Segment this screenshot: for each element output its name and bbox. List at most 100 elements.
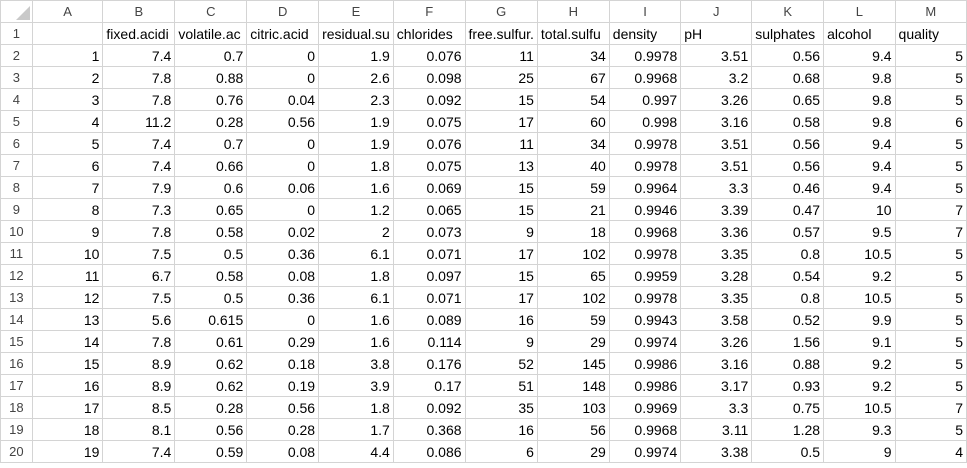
cell-b14[interactable]: 5.6 bbox=[102, 308, 176, 331]
cell-a8[interactable]: 7 bbox=[31, 176, 104, 199]
cell-j11[interactable]: 3.35 bbox=[680, 242, 753, 265]
cell-k8[interactable]: 0.46 bbox=[751, 176, 825, 199]
cell-g2[interactable]: 11 bbox=[464, 44, 538, 67]
cell-e1[interactable]: residual.su bbox=[318, 22, 394, 45]
cell-f2[interactable]: 0.076 bbox=[392, 44, 466, 67]
cell-c20[interactable]: 0.59 bbox=[174, 440, 248, 463]
cell-k3[interactable]: 0.68 bbox=[751, 66, 825, 89]
cell-k15[interactable]: 1.56 bbox=[751, 330, 825, 353]
row-header-6[interactable]: 6 bbox=[0, 132, 33, 155]
column-header-b[interactable]: B bbox=[102, 0, 176, 23]
cell-k12[interactable]: 0.54 bbox=[751, 264, 825, 287]
row-header-5[interactable]: 5 bbox=[0, 110, 33, 133]
cell-g11[interactable]: 17 bbox=[464, 242, 538, 265]
cell-b5[interactable]: 11.2 bbox=[102, 110, 176, 133]
cell-l6[interactable]: 9.4 bbox=[823, 132, 896, 155]
cell-k10[interactable]: 0.57 bbox=[751, 220, 825, 243]
cell-k18[interactable]: 0.75 bbox=[751, 396, 825, 419]
cell-a17[interactable]: 16 bbox=[31, 374, 104, 397]
cell-k5[interactable]: 0.58 bbox=[751, 110, 825, 133]
cell-a20[interactable]: 19 bbox=[31, 440, 104, 463]
cell-b1[interactable]: fixed.acidi bbox=[102, 22, 176, 45]
cell-i1[interactable]: density bbox=[608, 22, 682, 45]
cell-a6[interactable]: 5 bbox=[31, 132, 104, 155]
cell-l17[interactable]: 9.2 bbox=[823, 374, 896, 397]
row-header-18[interactable]: 18 bbox=[0, 396, 33, 419]
cell-i9[interactable]: 0.9946 bbox=[608, 198, 682, 221]
cell-c1[interactable]: volatile.ac bbox=[174, 22, 248, 45]
cell-g6[interactable]: 11 bbox=[464, 132, 538, 155]
cell-k2[interactable]: 0.56 bbox=[751, 44, 825, 67]
row-header-19[interactable]: 19 bbox=[0, 418, 33, 441]
cell-k1[interactable]: sulphates bbox=[751, 22, 825, 45]
cell-h2[interactable]: 34 bbox=[536, 44, 610, 67]
cell-l8[interactable]: 9.4 bbox=[823, 176, 896, 199]
cell-c14[interactable]: 0.615 bbox=[174, 308, 248, 331]
cell-k13[interactable]: 0.8 bbox=[751, 286, 825, 309]
cell-i3[interactable]: 0.9968 bbox=[608, 66, 682, 89]
cell-m5[interactable]: 6 bbox=[894, 110, 967, 133]
cell-d19[interactable]: 0.28 bbox=[246, 418, 320, 441]
cell-f8[interactable]: 0.069 bbox=[392, 176, 466, 199]
cell-b16[interactable]: 8.9 bbox=[102, 352, 176, 375]
cell-e18[interactable]: 1.8 bbox=[318, 396, 394, 419]
column-header-a[interactable]: A bbox=[31, 0, 104, 23]
select-all-corner[interactable] bbox=[0, 0, 33, 23]
cell-j2[interactable]: 3.51 bbox=[680, 44, 753, 67]
column-header-e[interactable]: E bbox=[318, 0, 394, 23]
cell-e12[interactable]: 1.8 bbox=[318, 264, 394, 287]
column-header-j[interactable]: J bbox=[680, 0, 753, 23]
cell-h17[interactable]: 148 bbox=[536, 374, 610, 397]
cell-h19[interactable]: 56 bbox=[536, 418, 610, 441]
cell-m16[interactable]: 5 bbox=[894, 352, 967, 375]
cell-i4[interactable]: 0.997 bbox=[608, 88, 682, 111]
cell-c6[interactable]: 0.7 bbox=[174, 132, 248, 155]
cell-d3[interactable]: 0 bbox=[246, 66, 320, 89]
cell-l10[interactable]: 9.5 bbox=[823, 220, 896, 243]
cell-f17[interactable]: 0.17 bbox=[392, 374, 466, 397]
cell-d16[interactable]: 0.18 bbox=[246, 352, 320, 375]
cell-e6[interactable]: 1.9 bbox=[318, 132, 394, 155]
cell-m17[interactable]: 5 bbox=[894, 374, 967, 397]
cell-m18[interactable]: 7 bbox=[894, 396, 967, 419]
cell-d14[interactable]: 0 bbox=[246, 308, 320, 331]
cell-i13[interactable]: 0.9978 bbox=[608, 286, 682, 309]
cell-a5[interactable]: 4 bbox=[31, 110, 104, 133]
cell-b17[interactable]: 8.9 bbox=[102, 374, 176, 397]
cell-m2[interactable]: 5 bbox=[894, 44, 967, 67]
cell-f14[interactable]: 0.089 bbox=[392, 308, 466, 331]
cell-a3[interactable]: 2 bbox=[31, 66, 104, 89]
cell-b8[interactable]: 7.9 bbox=[102, 176, 176, 199]
cell-f10[interactable]: 0.073 bbox=[392, 220, 466, 243]
cell-d7[interactable]: 0 bbox=[246, 154, 320, 177]
cell-b4[interactable]: 7.8 bbox=[102, 88, 176, 111]
column-header-c[interactable]: C bbox=[174, 0, 248, 23]
cell-c11[interactable]: 0.5 bbox=[174, 242, 248, 265]
cell-k11[interactable]: 0.8 bbox=[751, 242, 825, 265]
cell-f7[interactable]: 0.075 bbox=[392, 154, 466, 177]
cell-g4[interactable]: 15 bbox=[464, 88, 538, 111]
cell-c12[interactable]: 0.58 bbox=[174, 264, 248, 287]
column-header-m[interactable]: M bbox=[894, 0, 967, 23]
cell-a16[interactable]: 15 bbox=[31, 352, 104, 375]
cell-m9[interactable]: 7 bbox=[894, 198, 967, 221]
cell-h3[interactable]: 67 bbox=[536, 66, 610, 89]
cell-a11[interactable]: 10 bbox=[31, 242, 104, 265]
cell-d5[interactable]: 0.56 bbox=[246, 110, 320, 133]
cell-m15[interactable]: 5 bbox=[894, 330, 967, 353]
cell-c2[interactable]: 0.7 bbox=[174, 44, 248, 67]
cell-j17[interactable]: 3.17 bbox=[680, 374, 753, 397]
cell-a2[interactable]: 1 bbox=[31, 44, 104, 67]
cell-f1[interactable]: chlorides bbox=[392, 22, 466, 45]
column-header-h[interactable]: H bbox=[536, 0, 610, 23]
cell-g12[interactable]: 15 bbox=[464, 264, 538, 287]
cell-b11[interactable]: 7.5 bbox=[102, 242, 176, 265]
cell-l2[interactable]: 9.4 bbox=[823, 44, 896, 67]
column-header-l[interactable]: L bbox=[823, 0, 896, 23]
cell-i2[interactable]: 0.9978 bbox=[608, 44, 682, 67]
cell-d18[interactable]: 0.56 bbox=[246, 396, 320, 419]
cell-d15[interactable]: 0.29 bbox=[246, 330, 320, 353]
cell-m1[interactable]: quality bbox=[894, 22, 967, 45]
cell-b6[interactable]: 7.4 bbox=[102, 132, 176, 155]
cell-m3[interactable]: 5 bbox=[894, 66, 967, 89]
